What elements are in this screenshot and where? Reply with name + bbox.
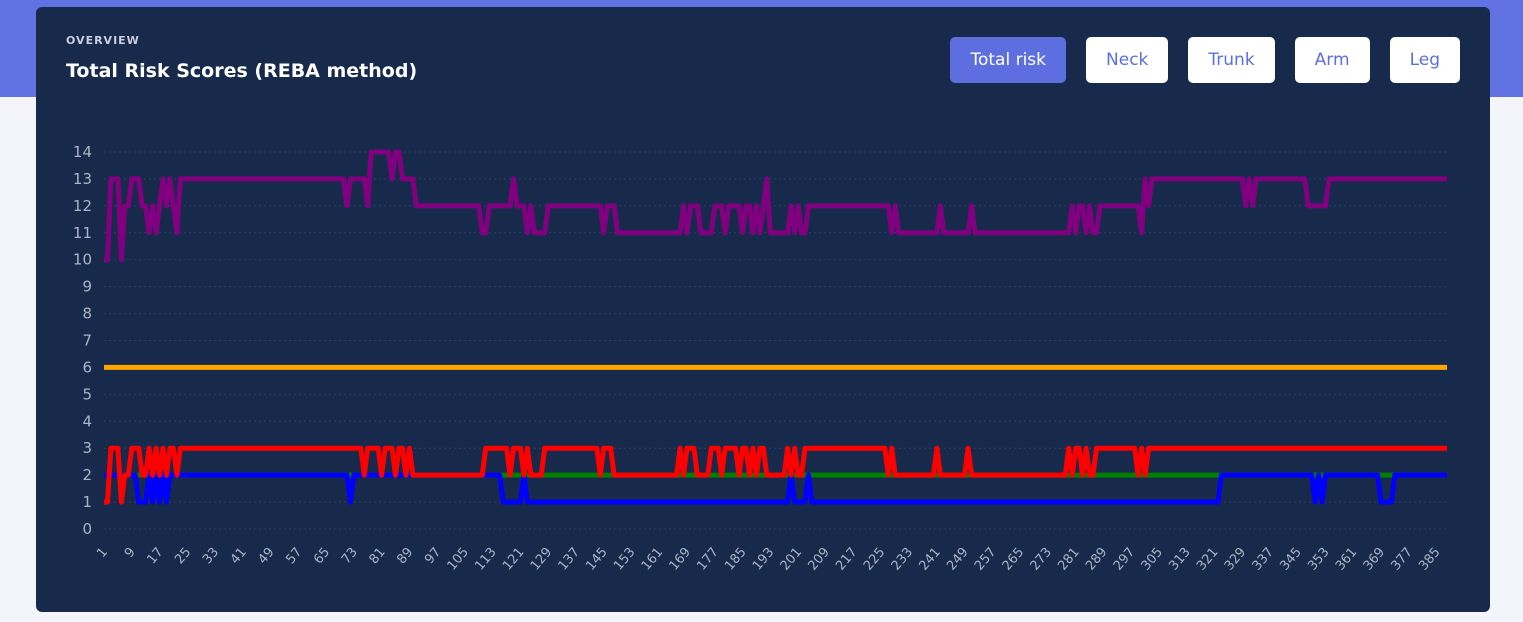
y-tick-label: 6	[82, 358, 92, 376]
y-tick-label: 11	[73, 224, 92, 242]
y-tick-label: 7	[82, 332, 92, 350]
y-tick-label: 2	[82, 466, 92, 484]
y-tick-label: 3	[82, 439, 92, 457]
x-tick-label: 337	[1250, 545, 1277, 574]
x-tick-label: 145	[583, 545, 610, 574]
series-line-series-5-blue	[104, 472, 1447, 505]
x-tick-label: 297	[1111, 545, 1138, 574]
x-tick-label: 265	[1000, 545, 1027, 574]
x-tick-label: 377	[1388, 545, 1415, 574]
x-tick-label: 241	[916, 545, 943, 574]
x-tick-label: 209	[805, 545, 832, 574]
x-tick-label: 41	[228, 545, 250, 567]
x-tick-label: 321	[1194, 545, 1221, 574]
x-tick-label: 193	[750, 545, 777, 574]
x-tick-label: 25	[172, 545, 194, 567]
x-tick-label: 129	[528, 545, 555, 574]
y-tick-label: 4	[82, 412, 92, 430]
x-axis: 1 9 17 25 33 41 49 57 65 73 81 89 97 105 113 121 129 137 1…	[94, 545, 1443, 574]
x-tick-label: 81	[367, 545, 389, 567]
x-tick-label: 361	[1333, 545, 1360, 574]
x-tick-label: 65	[311, 545, 333, 567]
x-tick-label: 289	[1083, 545, 1110, 574]
x-tick-label: 233	[889, 545, 916, 574]
x-tick-label: 169	[667, 545, 694, 574]
y-tick-label: 14	[73, 143, 92, 161]
x-tick-label: 281	[1055, 545, 1082, 574]
y-tick-label: 9	[82, 278, 92, 296]
x-tick-label: 385	[1416, 545, 1443, 574]
y-axis: 01234567891011121314	[73, 143, 92, 538]
x-tick-label: 273	[1028, 545, 1055, 574]
y-tick-label: 5	[82, 385, 92, 403]
x-tick-label: 73	[339, 545, 361, 567]
x-tick-label: 97	[422, 545, 444, 567]
overview-card: OVERVIEW Total Risk Scores (REBA method)…	[36, 7, 1490, 612]
risk-line-chart: 01234567891011121314 1 9 17 25 33 41 49 57 65 73 8…	[73, 143, 1447, 574]
x-tick-label: 177	[694, 545, 721, 574]
x-tick-label: 17	[144, 545, 166, 567]
x-tick-label: 185	[722, 545, 749, 574]
x-tick-label: 121	[500, 545, 527, 574]
y-tick-label: 13	[73, 170, 92, 188]
x-tick-label: 137	[556, 545, 583, 574]
x-tick-label: 217	[833, 545, 860, 574]
x-tick-label: 369	[1361, 545, 1388, 574]
y-tick-label: 0	[82, 520, 92, 538]
y-tick-label: 8	[82, 305, 92, 323]
series-lines	[104, 149, 1447, 505]
y-tick-label: 10	[73, 251, 92, 269]
x-tick-label: 49	[256, 545, 278, 567]
grid-lines	[104, 151, 1447, 530]
x-tick-label: 1	[94, 545, 111, 561]
x-tick-label: 201	[778, 545, 805, 574]
x-tick-label: 57	[283, 545, 305, 567]
x-tick-label: 9	[122, 545, 139, 561]
x-tick-label: 33	[200, 545, 222, 567]
x-tick-label: 161	[639, 545, 666, 574]
x-tick-label: 305	[1139, 545, 1166, 574]
x-tick-label: 153	[611, 545, 638, 574]
x-tick-label: 353	[1305, 545, 1332, 574]
x-tick-label: 329	[1222, 545, 1249, 574]
x-tick-label: 249	[944, 545, 971, 574]
x-tick-label: 313	[1166, 545, 1193, 574]
x-tick-label: 345	[1277, 545, 1304, 574]
x-tick-label: 105	[445, 545, 472, 574]
y-tick-label: 1	[82, 493, 92, 511]
x-tick-label: 225	[861, 545, 888, 574]
x-tick-label: 257	[972, 545, 999, 574]
y-tick-label: 12	[73, 197, 92, 215]
x-tick-label: 113	[472, 545, 499, 574]
x-tick-label: 89	[394, 545, 416, 567]
